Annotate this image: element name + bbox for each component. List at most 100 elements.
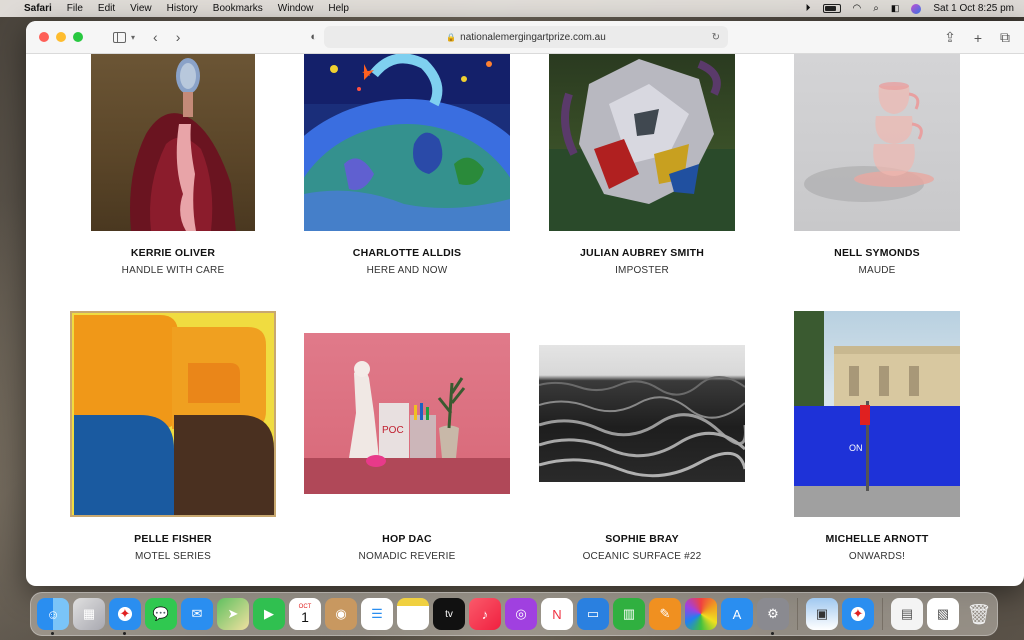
artwork-image[interactable] [304,54,510,231]
sidebar-toggle-icon[interactable] [113,31,126,43]
finder-icon[interactable]: ☺ [37,598,69,635]
artwork-title: OCEANIC SURFACE #22 [582,551,702,562]
share-icon[interactable]: ⇪ [944,29,956,46]
calendar-day: 1 [301,609,309,625]
contacts-icon[interactable]: ◉ [325,598,357,630]
artwork-image[interactable] [70,311,276,517]
artist-name[interactable]: PELLE FISHER [68,533,278,545]
app-store-icon[interactable]: A [721,598,753,630]
menu-bar: Safari File Edit View History Bookmarks … [0,0,1024,17]
privacy-shield-icon[interactable]: ◐ [310,31,320,43]
apple-tv-icon[interactable]: tv [433,598,465,630]
artwork-title: ONWARDS! [848,551,906,562]
artwork-title: MAUDE [858,265,896,276]
artist-name[interactable]: HOP DAC [302,533,512,545]
menu-clock[interactable]: Sat 1 Oct 8:25 pm [933,3,1014,14]
svg-text:ON: ON [849,443,863,453]
artwork-image[interactable]: ON [794,311,960,517]
photos-icon[interactable] [685,598,717,630]
artwork-caption: SOPHIE BRAY OCEANIC SURFACE #22 [537,533,747,562]
forward-button[interactable]: › [176,29,181,45]
artwork-title: HERE AND NOW [366,265,448,276]
menu-history[interactable]: History [167,3,198,14]
music-icon[interactable]: ♪ [469,598,501,630]
tab-overview-icon[interactable]: ⧉ [1000,29,1010,46]
lock-icon: 🔒 [446,32,457,42]
podcasts-icon[interactable]: ◎ [505,598,537,630]
play-icon[interactable]: ⏵ [806,3,811,14]
zoom-button[interactable] [73,32,83,42]
keynote-icon[interactable]: ▭ [577,598,609,630]
reload-icon[interactable]: ↻ [712,32,720,43]
minimize-button[interactable] [56,32,66,42]
new-tab-icon[interactable]: + [974,30,982,46]
back-button[interactable]: ‹ [153,29,158,45]
menu-help[interactable]: Help [328,3,349,14]
notes-icon[interactable] [397,598,429,630]
reminders-icon[interactable]: ☰ [361,598,393,630]
mail-icon[interactable]: ✉ [181,598,213,630]
wifi-icon[interactable]: ◠ [853,3,862,14]
menu-bookmarks[interactable]: Bookmarks [213,3,263,14]
downloads-stack-icon[interactable]: ▧ [927,598,959,630]
safari-icon[interactable]: ✦ [109,598,141,635]
dock-separator [882,598,883,630]
svg-text:POC: POC [382,425,404,436]
menu-view[interactable]: View [130,3,152,14]
artwork-image[interactable] [539,345,745,482]
artwork-caption: PELLE FISHER MOTEL SERIES [68,533,278,562]
messages-icon[interactable]: 💬 [145,598,177,630]
preview-icon[interactable]: ▣ [806,598,838,630]
gallery-content: KERRIE OLIVER HANDLE WITH CARE CHARLOTTE… [26,54,1024,586]
artist-name[interactable]: MICHELLE ARNOTT [772,533,982,545]
artwork-caption: CHARLOTTE ALLDIS HERE AND NOW [302,247,512,276]
artwork-title: NOMADIC REVERIE [358,551,456,562]
artwork-title: HANDLE WITH CARE [121,265,225,276]
facetime-icon[interactable]: ▶ [253,598,285,630]
artist-name[interactable]: CHARLOTTE ALLDIS [302,247,512,259]
dock-separator [797,598,798,630]
dock: ☺ ▦ ✦ 💬 ✉ ➤ ▶ OCT 1 ◉ ☰ tv ♪ ◎ N ▭ ▥ ✎ A… [30,592,998,636]
address-bar[interactable]: 🔒 nationalemergingartprize.com.au ↻ [324,26,728,48]
artist-name[interactable]: JULIAN AUBREY SMITH [537,247,747,259]
document-stack-icon[interactable]: ▤ [891,598,923,630]
search-icon[interactable]: ⌕ [873,3,879,14]
apple-tv-label: tv [445,608,453,620]
browser-toolbar: ▾ ‹ › ◐ 🔒 nationalemergingartprize.com.a… [26,21,1024,54]
pages-icon[interactable]: ✎ [649,598,681,630]
trash-icon[interactable]: 🗑 [963,598,995,630]
artwork-image[interactable] [549,54,735,231]
news-icon[interactable]: N [541,598,573,630]
battery-icon[interactable] [822,4,841,13]
safari-window: ▾ ‹ › ◐ 🔒 nationalemergingartprize.com.a… [26,21,1024,586]
window-controls [39,32,83,42]
system-preferences-icon[interactable]: ⚙ [757,598,789,635]
artwork-caption: NELL SYMONDS MAUDE [772,247,982,276]
calendar-icon[interactable]: OCT 1 [289,598,321,630]
maps-icon[interactable]: ➤ [217,598,249,630]
artwork-image[interactable] [91,54,255,231]
safari-download-icon[interactable]: ✦ [842,598,874,630]
artwork-title: MOTEL SERIES [135,551,211,562]
url-text: nationalemergingartprize.com.au [460,31,606,43]
menu-app-name[interactable]: Safari [24,3,52,14]
artwork-caption: KERRIE OLIVER HANDLE WITH CARE [68,247,278,276]
close-button[interactable] [39,32,49,42]
menu-file[interactable]: File [67,3,83,14]
menu-window[interactable]: Window [278,3,314,14]
artwork-caption: MICHELLE ARNOTT ONWARDS! [772,533,982,562]
artist-name[interactable]: KERRIE OLIVER [68,247,278,259]
launchpad-icon[interactable]: ▦ [73,598,105,630]
artwork-caption: HOP DAC NOMADIC REVERIE [302,533,512,562]
chevron-down-icon[interactable]: ▾ [131,33,135,42]
numbers-icon[interactable]: ▥ [613,598,645,630]
artist-name[interactable]: SOPHIE BRAY [537,533,747,545]
artist-name[interactable]: NELL SYMONDS [772,247,982,259]
siri-icon[interactable] [911,3,922,14]
artwork-caption: JULIAN AUBREY SMITH IMPOSTER [537,247,747,276]
artwork-image[interactable] [794,54,960,231]
artwork-title: IMPOSTER [615,265,669,276]
control-center-icon[interactable]: ◧ [891,3,900,14]
artwork-image[interactable]: POC [304,333,510,494]
menu-edit[interactable]: Edit [98,3,115,14]
